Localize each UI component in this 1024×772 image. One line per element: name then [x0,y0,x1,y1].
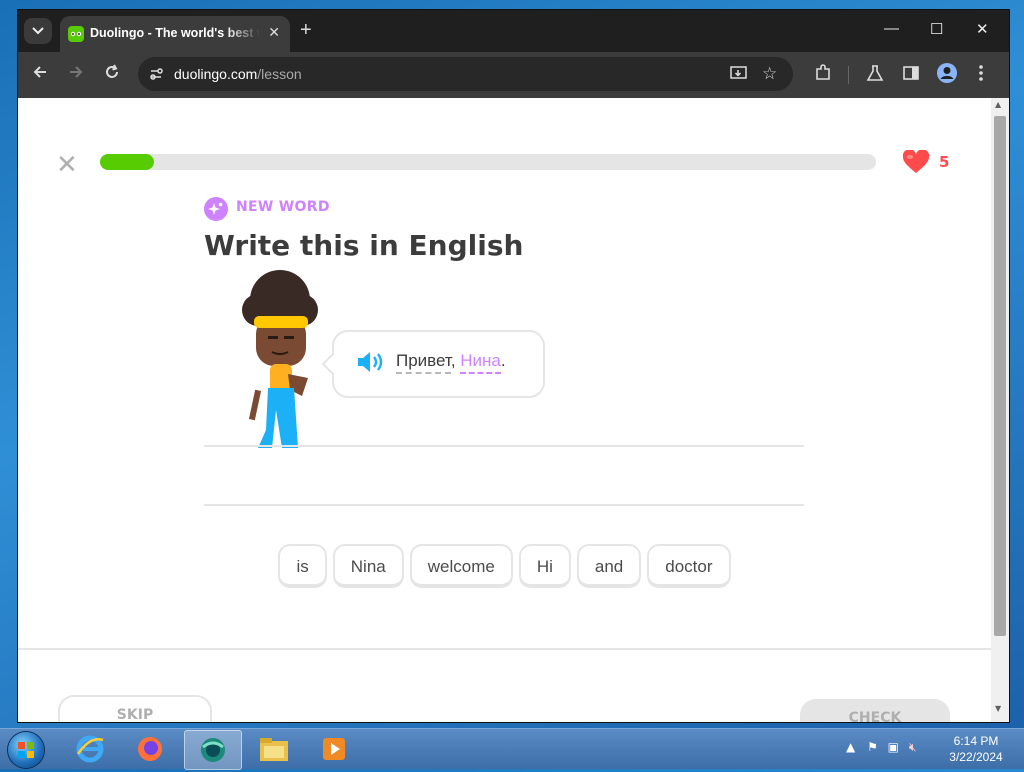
new-word-badge: NEW WORD [236,199,330,215]
word-bank-chip[interactable]: and [576,544,642,588]
check-button[interactable]: CHECK [800,699,950,722]
bookmark-star-icon[interactable]: ☆ [762,64,777,84]
close-window-button[interactable]: ✕ [976,20,989,38]
skip-button[interactable]: SKIP [58,695,212,722]
prompt-word[interactable]: Привет [396,351,451,374]
site-info-icon[interactable] [148,66,164,86]
profile-avatar-icon[interactable] [936,62,958,88]
reload-icon[interactable] [104,64,120,84]
scrollbar-thumb[interactable] [994,116,1006,636]
url-text: duolingo.com/lesson [174,66,302,82]
lesson-page: ✕ 5 NEW WORD Write this in English Приве… [18,98,991,722]
toolbar-divider [848,66,849,84]
back-arrow-icon[interactable] [32,64,48,84]
show-hidden-icons-icon[interactable]: ▲ [846,740,855,754]
word-bank-chip[interactable]: Nina [332,544,404,588]
challenge-heading: Write this in English [204,229,524,262]
clock-date: 3/22/2024 [949,750,1003,764]
file-explorer-icon[interactable] [246,730,302,768]
tab-close-icon[interactable]: ✕ [268,25,280,41]
word-bank-chip[interactable]: is [278,544,327,588]
duolingo-favicon-icon [68,26,84,42]
prompt-sentence: Привет, Нина. [396,351,506,374]
tab-bar: Duolingo - The world's best way to learn… [18,10,1009,52]
media-player-icon[interactable] [306,730,362,768]
maximize-button[interactable]: ☐ [930,20,943,38]
side-panel-icon[interactable] [902,64,920,86]
firefox-icon[interactable] [122,730,178,768]
character-illustration [228,270,338,448]
network-icon[interactable]: ▣ [888,740,899,754]
footer-divider [18,648,991,650]
start-button[interactable] [8,732,44,768]
lesson-progress-fill [100,154,155,170]
install-app-icon[interactable] [730,66,748,86]
word-bank: is Nina welcome Hi and doctor [18,544,991,588]
hearts-count: 5 [939,153,950,171]
word-bank-chip[interactable]: Hi [518,544,571,588]
answer-area[interactable] [204,447,804,503]
new-word-sparkle-icon [204,197,228,221]
page-scrollbar[interactable]: ▲ ▼ [991,98,1009,722]
extensions-icon[interactable] [814,64,832,86]
word-bank-chip[interactable]: doctor [647,544,731,588]
tab-title: Duolingo - The world's best way to learn… [90,26,260,40]
browser-taskbar-icon[interactable] [184,730,242,770]
scroll-down-icon[interactable]: ▼ [995,704,1001,713]
new-tab-button[interactable]: + [300,19,312,42]
system-tray: ▲ ⚑ ▣ 🔇︎ [846,740,916,755]
address-bar[interactable]: duolingo.com/lesson ☆ [138,57,793,91]
browser-menu-icon[interactable] [978,64,984,86]
internet-explorer-icon[interactable] [62,730,118,768]
answer-line-bottom [204,504,804,506]
lesson-progress-bar [100,154,876,170]
labs-flask-icon[interactable] [866,64,884,86]
active-tab[interactable]: Duolingo - The world's best way to learn… [60,16,290,52]
minimize-button[interactable]: — [884,20,899,37]
clock-time: 6:14 PM [953,734,999,748]
speaker-icon[interactable] [356,350,386,378]
close-lesson-icon[interactable]: ✕ [56,150,78,180]
browser-window: Duolingo - The world's best way to learn… [18,10,1009,722]
chevron-down-icon [32,27,44,35]
action-center-flag-icon[interactable]: ⚑ [867,740,878,754]
browser-toolbar: duolingo.com/lesson ☆ [18,52,1009,98]
prompt-new-word[interactable]: Нина [460,351,501,374]
word-bank-chip[interactable]: welcome [409,544,513,588]
heart-icon [902,149,930,178]
volume-muted-icon[interactable]: 🔇︎ [909,740,917,754]
taskbar-clock[interactable]: 6:14 PM 3/22/2024 [936,733,1016,765]
speech-bubble: Привет, Нина. [321,330,545,398]
tab-search-button[interactable] [24,18,52,44]
scroll-up-icon[interactable]: ▲ [995,100,1001,109]
forward-arrow-icon[interactable] [68,64,84,84]
taskbar: ▲ ⚑ ▣ 🔇︎ 6:14 PM 3/22/2024 [0,728,1024,770]
